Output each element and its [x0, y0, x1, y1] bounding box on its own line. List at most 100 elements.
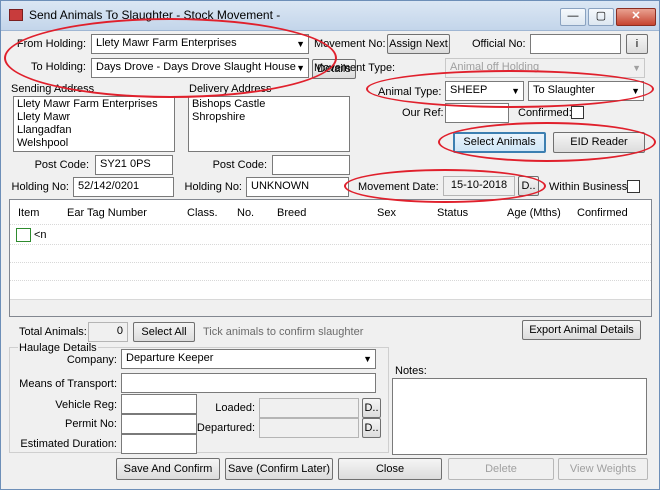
company-value: Departure Keeper — [126, 352, 214, 364]
permit-no-input[interactable] — [121, 414, 197, 434]
save-confirm-later-button[interactable]: Save (Confirm Later) — [225, 458, 333, 480]
sending-post-code-label: Post Code: — [34, 159, 89, 171]
notes-textarea[interactable] — [392, 378, 647, 455]
close-window-button[interactable]: ✕ — [616, 8, 656, 26]
confirmed-label: Confirmed: — [518, 107, 572, 119]
movement-date-picker-button[interactable]: D.. — [518, 176, 539, 196]
departured-input[interactable] — [259, 418, 359, 438]
departured-label: Departured: — [196, 422, 255, 434]
stock-movement-window: Send Animals To Slaughter - Stock Moveme… — [0, 0, 660, 490]
movement-date-label: Movement Date: — [358, 181, 439, 193]
column-header-confirmed[interactable]: Confirmed — [577, 207, 628, 219]
within-business-checkbox[interactable] — [627, 180, 640, 193]
assign-next-button[interactable]: Assign Next — [387, 34, 450, 54]
company-label: Company: — [66, 354, 117, 366]
animal-type-combo[interactable]: SHEEP ▼ — [445, 81, 524, 101]
sending-address-line: Llety Mawr — [17, 111, 71, 123]
select-animals-button[interactable]: Select Animals — [453, 132, 546, 153]
notes-label: Notes: — [395, 365, 427, 377]
column-header-status[interactable]: Status — [437, 207, 468, 219]
official-no-input[interactable] — [530, 34, 621, 54]
to-holding-value: Days Drove - Days Drove Slaught House — [96, 61, 296, 73]
maximize-button[interactable]: ▢ — [588, 8, 614, 26]
movement-type-label: Movement Type: — [314, 62, 396, 74]
view-weights-button[interactable]: View Weights — [558, 458, 648, 480]
row-divider — [10, 224, 651, 225]
delivery-post-code-label: Post Code: — [212, 159, 267, 171]
to-holding-label: To Holding: — [30, 61, 86, 73]
chevron-down-icon: ▼ — [632, 63, 641, 73]
column-header-age[interactable]: Age (Mths) — [507, 207, 561, 219]
means-of-transport-label: Means of Transport: — [19, 378, 117, 390]
row-divider — [10, 280, 651, 281]
sending-holding-no-label: Holding No: — [11, 181, 69, 193]
column-header-no[interactable]: No. — [237, 207, 254, 219]
company-combo[interactable]: Departure Keeper ▼ — [121, 349, 376, 369]
delivery-address-line: Shropshire — [192, 111, 246, 123]
delivery-address-line: Bishops Castle — [192, 98, 266, 110]
means-of-transport-input[interactable] — [121, 373, 376, 393]
column-header-class[interactable]: Class. — [187, 207, 218, 219]
delivery-holding-no-label: Holding No: — [184, 181, 242, 193]
destination-combo[interactable]: To Slaughter ▼ — [528, 81, 644, 101]
confirm-hint-text: Tick animals to confirm slaughter — [203, 326, 364, 338]
permit-no-label: Permit No: — [65, 418, 117, 430]
title-bar[interactable]: Send Animals To Slaughter - Stock Moveme… — [1, 1, 659, 31]
sending-address-label: Sending Address — [11, 83, 95, 95]
column-header-breed[interactable]: Breed — [277, 207, 306, 219]
info-button[interactable]: i — [626, 34, 648, 54]
save-and-confirm-button[interactable]: Save And Confirm — [116, 458, 220, 480]
column-header-item[interactable]: Item — [18, 207, 39, 219]
row-divider — [10, 244, 651, 245]
chevron-down-icon: ▼ — [296, 63, 305, 73]
within-business-label: Within Business — [549, 181, 628, 193]
official-no-label: Official No: — [472, 38, 526, 50]
close-button[interactable]: Close — [338, 458, 442, 480]
from-holding-combo[interactable]: Llety Mawr Farm Enterprises ▼ — [91, 34, 309, 54]
sending-address-box[interactable]: Llety Mawr Farm Enterprises Llety Mawr L… — [13, 96, 175, 152]
departured-date-picker-button[interactable]: D.. — [362, 418, 381, 438]
loaded-date-picker-button[interactable]: D.. — [362, 398, 381, 418]
loaded-input[interactable] — [259, 398, 359, 418]
vehicle-reg-label: Vehicle Reg: — [55, 399, 117, 411]
estimated-duration-label: Estimated Duration: — [20, 438, 117, 450]
delete-button[interactable]: Delete — [448, 458, 554, 480]
loaded-label: Loaded: — [215, 402, 255, 414]
select-all-button[interactable]: Select All — [133, 322, 195, 342]
to-holding-combo[interactable]: Days Drove - Days Drove Slaught House ▼ — [91, 58, 309, 78]
vehicle-reg-input[interactable] — [121, 394, 197, 414]
animal-type-label: Animal Type: — [378, 86, 442, 98]
our-ref-input[interactable] — [445, 103, 509, 123]
new-row-marker: <n — [34, 229, 47, 241]
confirmed-checkbox[interactable] — [571, 106, 584, 119]
horizontal-scrollbar[interactable] — [10, 299, 651, 316]
total-animals-label: Total Animals: — [19, 326, 87, 338]
delivery-address-box[interactable]: Bishops Castle Shropshire — [188, 96, 350, 152]
estimated-duration-input[interactable] — [121, 434, 197, 454]
column-header-ear-tag[interactable]: Ear Tag Number — [67, 207, 147, 219]
total-animals-value: 0 — [88, 322, 128, 342]
window-title: Send Animals To Slaughter - Stock Moveme… — [29, 8, 281, 22]
chevron-down-icon: ▼ — [631, 86, 640, 96]
export-animal-details-button[interactable]: Export Animal Details — [522, 320, 641, 340]
sending-post-code-input[interactable]: SY21 0PS — [95, 155, 173, 175]
sending-address-line: Welshpool — [17, 137, 69, 149]
app-icon — [9, 9, 23, 21]
movement-type-value: Animal off Holding — [450, 61, 540, 73]
eid-reader-button[interactable]: EID Reader — [553, 132, 645, 153]
movement-date-input[interactable]: 15-10-2018 — [443, 176, 515, 196]
from-holding-label: From Holding: — [16, 38, 86, 50]
animal-type-value: SHEEP — [450, 84, 488, 96]
column-header-sex[interactable]: Sex — [377, 207, 396, 219]
delivery-post-code-input[interactable] — [272, 155, 350, 175]
chevron-down-icon: ▼ — [363, 354, 372, 364]
delivery-holding-no-input[interactable]: UNKNOWN — [246, 177, 349, 197]
animals-grid[interactable]: Item Ear Tag Number Class. No. Breed Sex… — [9, 199, 652, 317]
row-divider — [10, 262, 651, 263]
sending-holding-no-input[interactable]: 52/142/0201 — [73, 177, 174, 197]
our-ref-label: Our Ref: — [402, 107, 444, 119]
minimize-button[interactable]: — — [560, 8, 586, 26]
chevron-down-icon: ▼ — [511, 86, 520, 96]
sending-address-line: Llety Mawr Farm Enterprises — [17, 98, 158, 110]
new-row-checkbox[interactable] — [16, 228, 31, 242]
